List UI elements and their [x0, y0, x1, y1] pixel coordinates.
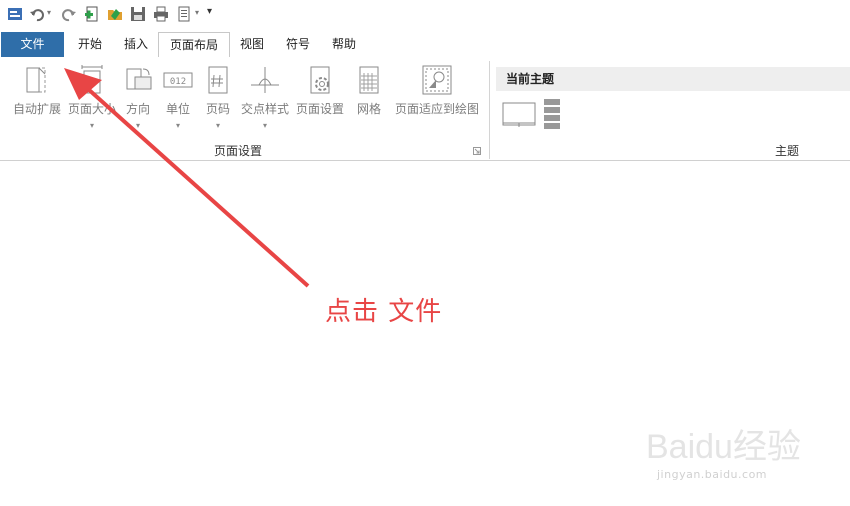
annotation-text: 点击 文件: [325, 297, 443, 327]
baidu-watermark-logo: Baidu经验: [646, 420, 806, 471]
watermark-url: jingyan.baidu.com: [657, 468, 768, 481]
watermark-brand-text: Baidu经验: [646, 428, 801, 466]
